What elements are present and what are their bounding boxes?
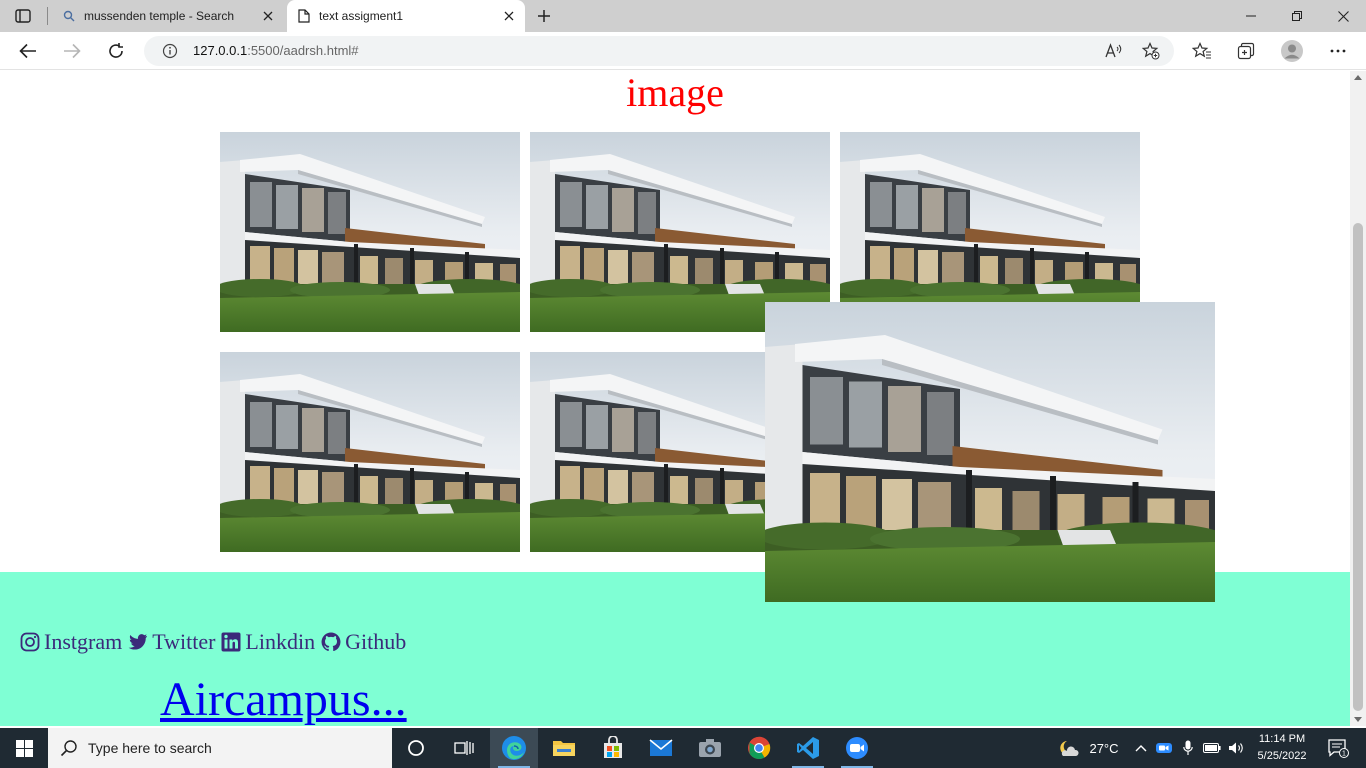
browser-tab-strip: mussenden temple - Search text assigment… — [0, 0, 1366, 32]
camera-icon[interactable] — [686, 728, 734, 768]
address-bar[interactable]: 127.0.0.1:5500/aadrsh.html# — [144, 36, 1174, 66]
clock-date: 5/25/2022 — [1257, 750, 1307, 762]
scroll-up-arrow-icon[interactable] — [1354, 75, 1362, 80]
minimize-button[interactable] — [1228, 0, 1274, 32]
collections-icon[interactable] — [1234, 39, 1258, 63]
notification-count: 1 — [1342, 751, 1346, 758]
tab-text-assignment[interactable]: text assigment1 — [287, 0, 525, 32]
close-window-button[interactable] — [1320, 0, 1366, 32]
clock-time: 11:14 PM — [1258, 733, 1306, 745]
github-link[interactable]: Github — [321, 629, 406, 655]
gallery-image-6-zoomed[interactable] — [765, 302, 1215, 602]
page-viewport: image Instgram Twitter Linkdin Github Ai… — [0, 71, 1350, 726]
system-clock[interactable]: 11:14 PM 5/25/2022 — [1252, 731, 1312, 765]
instagram-icon — [20, 632, 40, 652]
github-label: Github — [345, 629, 407, 654]
info-icon[interactable] — [162, 43, 178, 59]
url-text[interactable]: 127.0.0.1:5500/aadrsh.html# — [193, 43, 359, 58]
house-photo — [220, 352, 520, 552]
task-view-icon[interactable] — [440, 728, 488, 768]
close-icon[interactable] — [260, 8, 276, 24]
tab-separator — [47, 7, 48, 25]
search-icon — [60, 740, 77, 757]
cortana-icon[interactable] — [392, 728, 440, 768]
microphone-icon[interactable] — [1178, 728, 1198, 768]
search-icon — [62, 9, 76, 23]
read-aloud-icon[interactable] — [1104, 41, 1124, 61]
store-icon[interactable] — [589, 728, 637, 768]
notification-center-icon[interactable]: 1 — [1318, 728, 1358, 768]
tab-title: mussenden temple - Search — [84, 9, 235, 23]
zoom-icon[interactable] — [833, 728, 881, 768]
close-icon[interactable] — [501, 8, 517, 24]
url-host: 127.0.0.1 — [193, 43, 248, 58]
page-heading: image — [626, 71, 724, 115]
github-icon — [321, 632, 341, 652]
chrome-icon[interactable] — [735, 728, 783, 768]
tab-actions-icon[interactable] — [12, 6, 34, 26]
mail-icon[interactable] — [637, 728, 685, 768]
favorites-icon[interactable] — [1190, 39, 1214, 63]
chevron-up-icon[interactable] — [1132, 728, 1150, 768]
zoom-tray-icon[interactable] — [1153, 728, 1175, 768]
twitter-label: Twitter — [152, 629, 216, 654]
weather-icon[interactable] — [1054, 728, 1082, 768]
scroll-down-arrow-icon[interactable] — [1354, 717, 1362, 722]
gallery-image-4[interactable] — [220, 352, 520, 552]
forward-arrow-icon[interactable] — [60, 39, 84, 63]
more-menu-icon[interactable] — [1326, 39, 1350, 63]
add-favorite-icon[interactable] — [1141, 41, 1161, 61]
linkedin-label: Linkdin — [245, 629, 316, 654]
twitter-icon — [128, 632, 148, 652]
gallery-image-1[interactable] — [220, 132, 520, 332]
restore-button[interactable] — [1274, 0, 1320, 32]
windows-start-icon[interactable] — [0, 728, 48, 768]
scroll-thumb[interactable] — [1353, 223, 1363, 711]
new-tab-button[interactable] — [533, 5, 555, 27]
twitter-link[interactable]: Twitter — [128, 629, 215, 655]
back-arrow-icon[interactable] — [16, 39, 40, 63]
url-path: :5500/aadrsh.html# — [247, 43, 359, 58]
house-photo — [765, 302, 1215, 602]
vertical-scrollbar[interactable] — [1350, 71, 1366, 726]
tab-search[interactable]: mussenden temple - Search — [52, 0, 284, 32]
profile-avatar[interactable] — [1280, 39, 1304, 63]
edge-icon[interactable] — [490, 728, 538, 768]
tab-title: text assigment1 — [319, 9, 404, 23]
file-explorer-icon[interactable] — [540, 728, 588, 768]
house-photo — [220, 132, 520, 332]
taskbar-search-box[interactable]: Type here to search — [48, 728, 392, 768]
volume-icon[interactable] — [1226, 728, 1248, 768]
page-icon — [297, 9, 311, 23]
refresh-icon[interactable] — [104, 39, 128, 63]
instagram-label: Instgram — [44, 629, 123, 654]
browser-toolbar: 127.0.0.1:5500/aadrsh.html# — [0, 32, 1366, 70]
linkedin-icon — [221, 632, 241, 652]
weather-temperature[interactable]: 27°C — [1084, 728, 1124, 768]
social-links: Instgram Twitter Linkdin Github — [20, 629, 412, 655]
windows-taskbar: Type here to search 27°C 11:14 PM 5/25/2… — [0, 728, 1366, 768]
instagram-link[interactable]: Instgram — [20, 629, 122, 655]
search-placeholder: Type here to search — [88, 740, 212, 756]
vscode-icon[interactable] — [784, 728, 832, 768]
battery-icon[interactable] — [1200, 728, 1224, 768]
linkedin-link[interactable]: Linkdin — [221, 629, 315, 655]
aircampus-link[interactable]: Aircampus... — [160, 672, 407, 726]
